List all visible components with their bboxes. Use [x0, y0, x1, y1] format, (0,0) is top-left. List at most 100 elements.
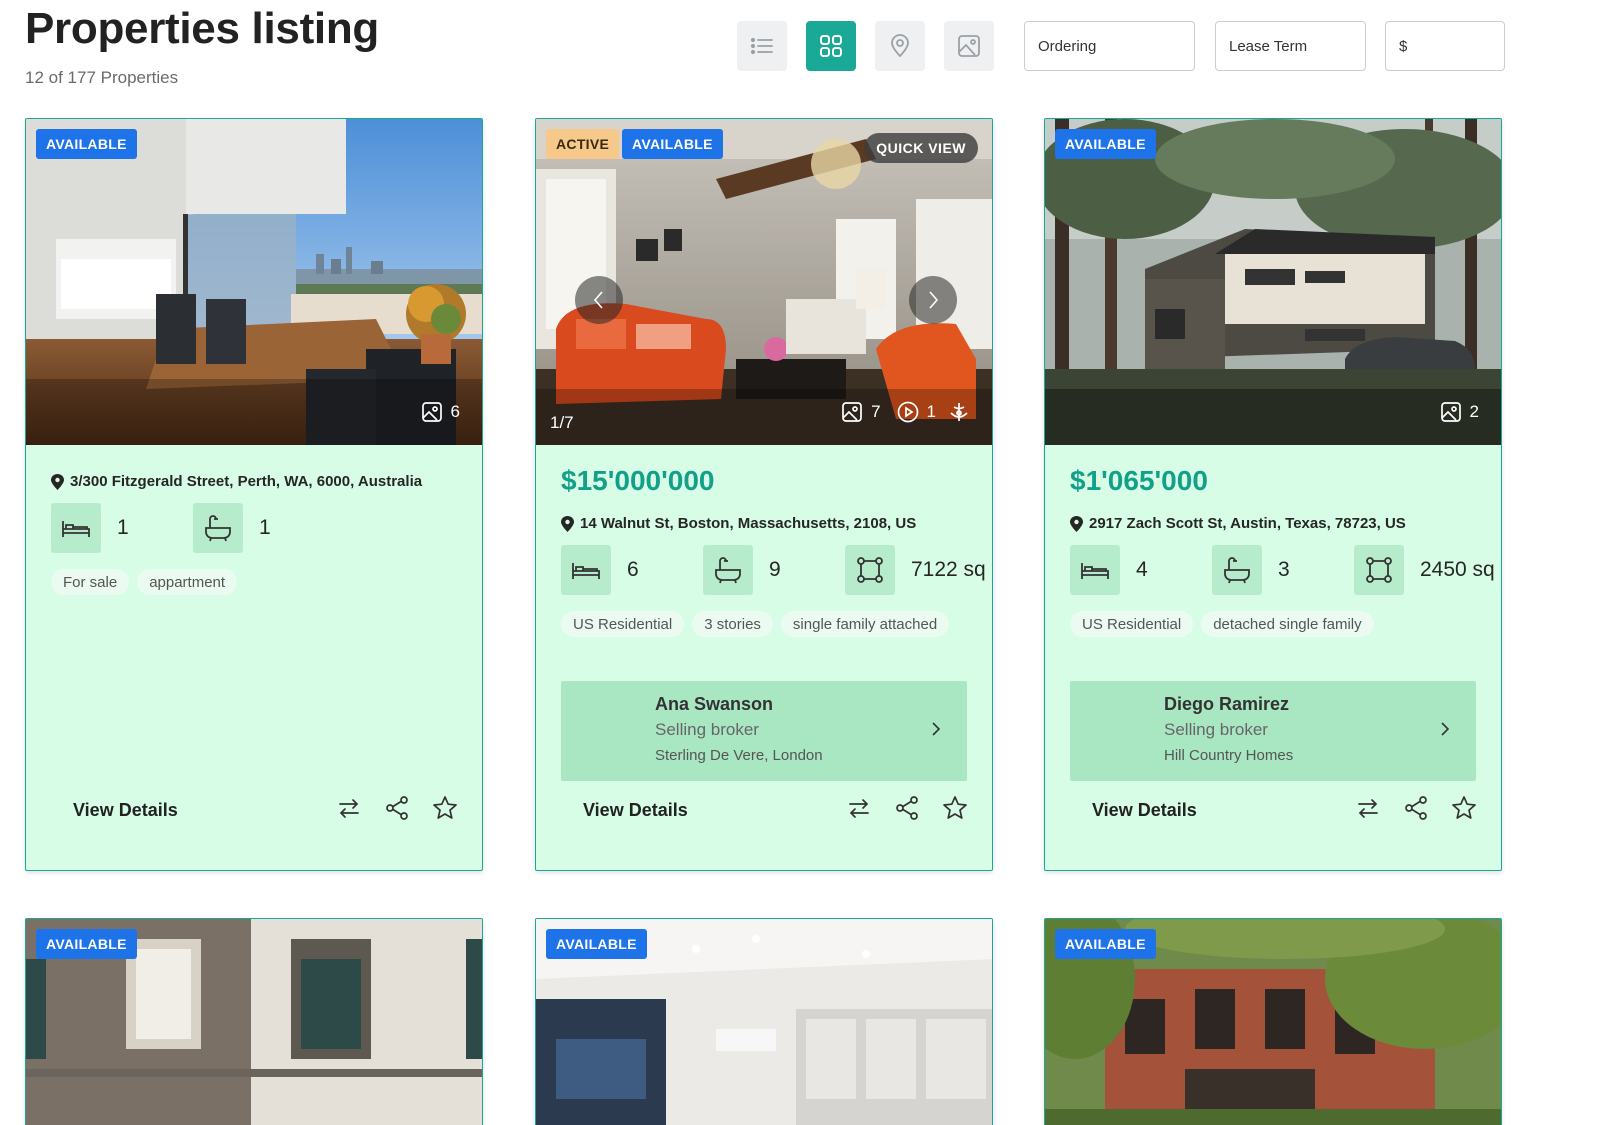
- property-tags: For sale appartment: [51, 569, 462, 595]
- broker-company: Hill Country Homes: [1164, 747, 1294, 764]
- property-photo[interactable]: AVAILABLE: [1045, 919, 1501, 1125]
- next-photo-button[interactable]: [909, 276, 957, 324]
- tag: appartment: [137, 569, 238, 595]
- map-pin-icon: [891, 34, 909, 58]
- broker-card[interactable]: Ana Swanson Selling broker Sterling De V…: [561, 681, 967, 781]
- star-icon[interactable]: [942, 795, 968, 821]
- property-photo[interactable]: AVAILABLE 6: [26, 119, 482, 445]
- property-card: AVAILABLE 6 3/300 Fitzgerald Street, Per…: [25, 118, 483, 871]
- property-address: 14 Walnut St, Boston, Massachusetts, 210…: [561, 515, 916, 532]
- status-badge: AVAILABLE: [36, 129, 137, 159]
- video-count-value: 1: [926, 402, 936, 421]
- photo-count: 2: [1440, 401, 1479, 423]
- list-icon: [750, 37, 773, 55]
- property-card: AVAILABLE 2 $1'065'000 2917 Zach Scott S…: [1044, 118, 1502, 871]
- lease-term-select[interactable]: Lease Term: [1215, 21, 1366, 71]
- tag: 3 stories: [692, 611, 773, 637]
- broker-name: Ana Swanson: [655, 694, 774, 714]
- broker-role: Selling broker: [655, 720, 759, 739]
- previous-photo-button[interactable]: [575, 276, 623, 324]
- image-icon: [1440, 402, 1461, 422]
- share-icon[interactable]: [384, 795, 410, 821]
- grid-icon: [820, 35, 842, 57]
- bathrooms: 3: [1212, 545, 1326, 595]
- status-badge: AVAILABLE: [36, 929, 137, 959]
- property-card: ACTIVE AVAILABLE QUICK VIEW 1/7 7 1 $15'…: [535, 118, 993, 871]
- bedrooms-value: 6: [627, 558, 639, 581]
- compare-icon[interactable]: [846, 795, 872, 821]
- tag: US Residential: [561, 611, 685, 637]
- tag: For sale: [51, 569, 130, 595]
- property-price: $1'065'000: [1070, 465, 1208, 496]
- bedrooms-value: 1: [117, 516, 129, 539]
- star-icon[interactable]: [1451, 795, 1477, 821]
- bathrooms-value: 9: [769, 558, 781, 581]
- address-text: 14 Walnut St, Boston, Massachusetts, 210…: [580, 515, 917, 532]
- map-pin-icon: [51, 473, 64, 490]
- property-tags: US Residential 3 stories single family a…: [561, 611, 972, 637]
- view-details-link[interactable]: View Details: [73, 800, 178, 821]
- page-title: Properties listing: [25, 4, 380, 53]
- property-photo[interactable]: AVAILABLE: [26, 919, 482, 1125]
- gallery-view-button[interactable]: [944, 21, 994, 71]
- bed-icon: [572, 563, 600, 579]
- photo-count-value: 2: [1469, 402, 1479, 421]
- area-icon: [1366, 557, 1392, 583]
- compare-icon[interactable]: [1355, 795, 1381, 821]
- bathtub-icon: [1224, 557, 1250, 584]
- bathrooms: 9: [703, 545, 817, 595]
- star-icon[interactable]: [432, 795, 458, 821]
- bathtub-icon: [715, 557, 741, 584]
- image-icon: [421, 402, 442, 422]
- play-icon: [897, 401, 918, 423]
- bedrooms: 1: [51, 503, 165, 553]
- chevron-right-icon: [1441, 722, 1450, 736]
- tag: single family attached: [780, 611, 950, 637]
- property-photo[interactable]: AVAILABLE: [536, 919, 992, 1125]
- property-price: $15'000'000: [561, 465, 715, 496]
- area: 7122 sq ft.: [845, 545, 992, 595]
- broker-card[interactable]: Diego Ramirez Selling broker Hill Countr…: [1070, 681, 1476, 781]
- area: 2450 sq ft.: [1354, 545, 1501, 595]
- image-icon: [842, 402, 862, 422]
- view-details-link[interactable]: View Details: [1092, 800, 1197, 821]
- bedrooms: 6: [561, 545, 675, 595]
- photo-count: 6: [421, 401, 460, 423]
- list-view-button[interactable]: [737, 21, 787, 71]
- share-icon[interactable]: [1403, 795, 1429, 821]
- bedrooms-value: 4: [1136, 558, 1148, 581]
- photo-count-value: 7: [871, 402, 881, 421]
- area-value: 2450 sq ft.: [1420, 558, 1501, 581]
- map-view-button[interactable]: [875, 21, 925, 71]
- property-tags: US Residential detached single family: [1070, 611, 1481, 637]
- bathrooms-value: 1: [259, 516, 271, 539]
- status-badge: AVAILABLE: [1055, 129, 1156, 159]
- price-input[interactable]: $: [1385, 21, 1505, 71]
- active-badge: ACTIVE: [546, 129, 620, 159]
- tag: detached single family: [1201, 611, 1374, 637]
- compare-icon[interactable]: [336, 795, 362, 821]
- tag: US Residential: [1070, 611, 1194, 637]
- ordering-select[interactable]: Ordering: [1024, 21, 1195, 71]
- property-photo[interactable]: AVAILABLE 2: [1045, 119, 1501, 445]
- grid-view-button[interactable]: [806, 21, 856, 71]
- share-icon[interactable]: [894, 795, 920, 821]
- broker-name: Diego Ramirez: [1164, 694, 1290, 714]
- property-address: 3/300 Fitzgerald Street, Perth, WA, 6000…: [51, 473, 422, 490]
- property-photo[interactable]: ACTIVE AVAILABLE QUICK VIEW 1/7 7 1: [536, 119, 992, 445]
- bathrooms: 1: [193, 503, 307, 553]
- results-count: 12 of 177 Properties: [25, 68, 179, 87]
- status-badge: AVAILABLE: [1055, 929, 1156, 959]
- chevron-right-icon: [932, 722, 941, 736]
- property-address: 2917 Zach Scott St, Austin, Texas, 78723…: [1070, 515, 1406, 532]
- view-details-link[interactable]: View Details: [583, 800, 688, 821]
- area-value: 7122 sq ft.: [911, 558, 992, 581]
- bed-icon: [62, 521, 90, 537]
- status-badge: AVAILABLE: [622, 129, 723, 159]
- media-stats: 7 1: [841, 401, 970, 423]
- slide-counter: 1/7: [550, 413, 574, 432]
- quick-view-button[interactable]: QUICK VIEW: [864, 133, 978, 163]
- property-card: AVAILABLE: [535, 918, 993, 1125]
- image-icon: [958, 35, 980, 57]
- bed-icon: [1081, 563, 1109, 579]
